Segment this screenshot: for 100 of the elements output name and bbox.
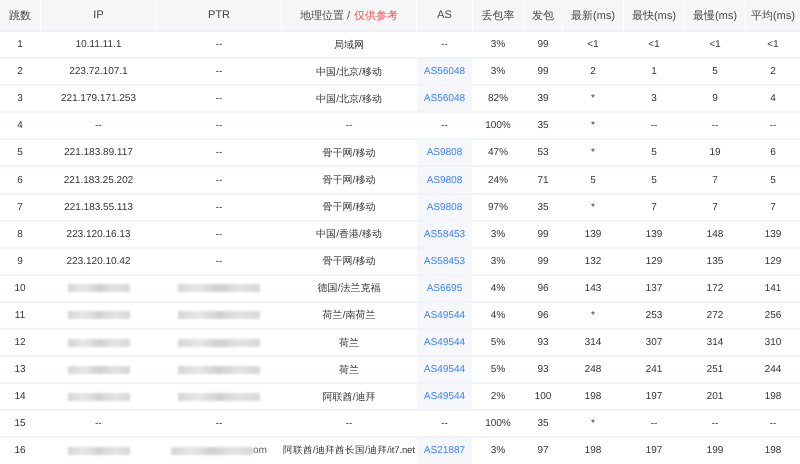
table-cell: 272 — [706, 310, 724, 321]
table-cell: 253 — [646, 310, 662, 321]
table-cell: 14 — [14, 391, 26, 402]
table-cell: -- — [216, 66, 222, 78]
table-cell-text: 中国/北京/移动 — [316, 92, 382, 106]
table-cell: -- — [95, 120, 102, 132]
table-cell: -- — [770, 418, 776, 430]
table-cell: -- — [346, 120, 352, 132]
table-cell: 5% — [490, 337, 506, 348]
table-cell: 100 — [534, 391, 552, 402]
table-cell: 16 — [14, 445, 26, 456]
table-cell: 198 — [584, 391, 602, 402]
table-cell: 5% — [490, 364, 506, 376]
table-cell: 53 — [537, 147, 549, 158]
table-cell: 141 — [764, 282, 782, 294]
table-cell: * — [591, 120, 595, 132]
table-cell: 71 — [537, 174, 549, 186]
table-cell: 307 — [646, 337, 662, 348]
column-header: 丢包率 — [473, 0, 523, 30]
table-cell: 223.72.107.1 — [69, 66, 128, 78]
table-cell-text: 中国/香港/移动 — [316, 228, 382, 242]
table-cell: * — [591, 202, 595, 213]
table-cell: -- — [441, 120, 448, 132]
table-cell: 5 — [770, 174, 776, 186]
as-link[interactable]: AS56048 — [417, 86, 472, 112]
table-cell: 256 — [764, 310, 782, 321]
table-cell: * — [591, 418, 595, 430]
table-cell: 129 — [764, 256, 782, 267]
table-cell: 314 — [706, 337, 724, 348]
table-cell: 3% — [490, 39, 506, 50]
as-link[interactable]: AS9808 — [417, 140, 472, 166]
table-cell: 6 — [17, 174, 23, 186]
table-cell: 15 — [14, 418, 26, 430]
as-link[interactable]: AS49544 — [417, 384, 472, 410]
table-cell: 148 — [706, 228, 724, 240]
table-cell: * — [591, 147, 595, 158]
table-cell: 13 — [14, 364, 26, 376]
table-cell: 7 — [770, 202, 776, 213]
as-link[interactable]: AS58453 — [417, 248, 472, 274]
table-cell: 5 — [651, 174, 657, 186]
as-link[interactable]: AS9808 — [417, 167, 472, 193]
table-cell: 96 — [537, 282, 549, 294]
table-cell: 1 — [651, 66, 657, 78]
table-cell: 223.120.16.13 — [66, 228, 130, 240]
column-header: 发包 — [524, 0, 562, 30]
table-cell: -- — [346, 418, 352, 430]
table-cell: <1 — [587, 39, 599, 50]
table-cell: -- — [712, 418, 718, 430]
table-cell: <1 — [767, 39, 779, 50]
table-cell: 221.183.89.117 — [64, 147, 133, 158]
reference-note: 仅供参考 — [354, 8, 398, 22]
table-cell: 3 — [17, 93, 23, 104]
table-cell: 12 — [14, 337, 26, 348]
as-link[interactable]: AS56048 — [417, 59, 472, 84]
as-link[interactable]: AS9808 — [417, 194, 472, 220]
table-cell-text: 荷兰/南荷兰 — [322, 308, 376, 322]
table-cell: -- — [216, 228, 222, 240]
table-cell: 5 — [651, 147, 657, 158]
table-cell: 3% — [490, 445, 506, 456]
table-cell: 198 — [764, 391, 782, 402]
table-cell: 139 — [584, 228, 602, 240]
table-cell-text: 中国/北京/移动 — [316, 66, 382, 79]
table-cell: <1 — [648, 39, 660, 50]
table-cell-text: 局域网 — [334, 38, 364, 52]
table-cell: 11 — [14, 310, 26, 321]
table-cell: 2 — [590, 66, 596, 78]
table-cell: -- — [216, 256, 222, 267]
table-cell-text: 德国/法兰克福 — [318, 282, 380, 296]
table-cell: -- — [441, 39, 448, 50]
as-link[interactable]: AS49544 — [417, 330, 472, 356]
table-cell: -- — [650, 418, 658, 430]
table-cell: -- — [216, 120, 222, 132]
table-cell: 10.11.11.1 — [76, 39, 122, 50]
table-cell: <1 — [709, 39, 721, 50]
table-cell: 129 — [646, 256, 662, 267]
table-cell-text: 骨干网/移动 — [322, 146, 376, 160]
as-link[interactable]: AS6695 — [417, 276, 472, 301]
as-link[interactable]: AS49544 — [417, 357, 472, 382]
table-cell: 9 — [17, 256, 23, 267]
table-cell: 99 — [537, 39, 549, 50]
table-cell-text: 骨干网/移动 — [322, 174, 376, 188]
table-cell: 139 — [764, 228, 782, 240]
column-header: 最新(ms) — [563, 0, 623, 30]
table-cell: 8 — [17, 228, 23, 240]
column-header: 跳数 — [0, 0, 40, 30]
table-cell: 5 — [17, 147, 23, 158]
table-cell: 100% — [485, 120, 511, 132]
table-cell: -- — [770, 120, 776, 132]
table-cell: 99 — [537, 66, 549, 78]
as-link[interactable]: AS58453 — [417, 222, 472, 247]
table-cell: 198 — [764, 445, 782, 456]
table-cell: om — [253, 445, 267, 456]
table-cell: 248 — [584, 364, 602, 376]
as-link[interactable]: AS49544 — [417, 302, 472, 328]
table-cell: -- — [216, 418, 222, 430]
table-cell: 9 — [712, 93, 718, 104]
column-header: IP — [41, 0, 156, 30]
table-cell: 2 — [770, 66, 776, 78]
table-cell: 35 — [537, 418, 549, 430]
as-link[interactable]: AS21887 — [417, 438, 472, 464]
